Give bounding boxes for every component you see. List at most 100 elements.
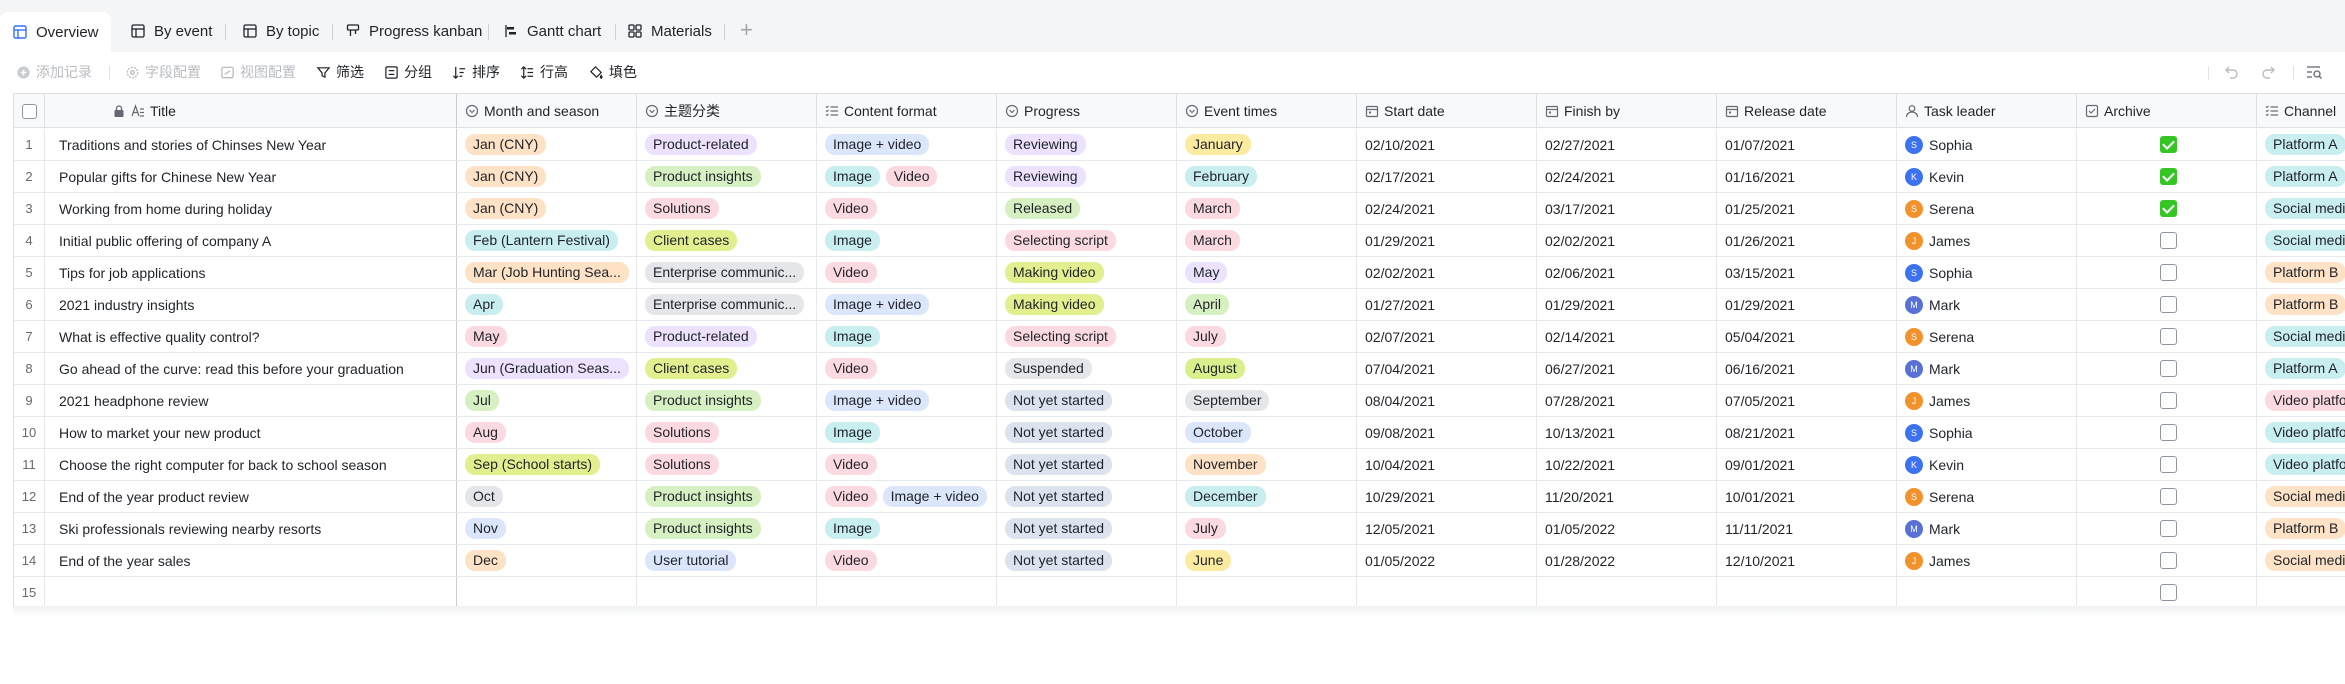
event-cell[interactable]: July	[1177, 513, 1357, 544]
leader-cell[interactable]: K Kevin	[1897, 161, 2077, 192]
select-all-checkbox[interactable]	[21, 103, 37, 119]
tab-by-topic[interactable]: By topic	[230, 14, 331, 48]
title-cell[interactable]: Go ahead of the curve: read this before …	[45, 353, 457, 384]
event-cell[interactable]: April	[1177, 289, 1357, 320]
finish-cell[interactable]: 02/06/2021	[1537, 257, 1717, 288]
progress-cell[interactable]: Not yet started	[997, 449, 1177, 480]
release-cell[interactable]: 03/15/2021	[1717, 257, 1897, 288]
table-row[interactable]: 11 Choose the right computer for back to …	[14, 449, 2345, 481]
start-cell[interactable]: 10/04/2021	[1357, 449, 1537, 480]
archive-checkbox[interactable]	[2160, 168, 2177, 185]
finish-cell[interactable]: 10/22/2021	[1537, 449, 1717, 480]
start-cell[interactable]: 01/05/2022	[1357, 545, 1537, 576]
num-cell[interactable]: 12	[14, 481, 45, 512]
leader-cell[interactable]: M Mark	[1897, 513, 2077, 544]
tab-progress-kanban[interactable]: Progress kanban	[333, 14, 494, 48]
filter-button[interactable]: 筛选	[316, 62, 364, 82]
tab-by-event[interactable]: By event	[118, 14, 224, 48]
archive-checkbox[interactable]	[2160, 424, 2177, 441]
table-row[interactable]: 2 Popular gifts for Chinese New Year Jan (…	[14, 161, 2345, 193]
progress-cell[interactable]: Not yet started	[997, 513, 1177, 544]
finish-cell[interactable]: 11/20/2021	[1537, 481, 1717, 512]
archive-checkbox[interactable]	[2160, 520, 2177, 537]
event-cell[interactable]: May	[1177, 257, 1357, 288]
formats-cell[interactable]: Video	[817, 193, 997, 224]
archive-checkbox[interactable]	[2160, 584, 2177, 601]
title-cell[interactable]: How to market your new product	[45, 417, 457, 448]
leader-cell[interactable]: M Mark	[1897, 353, 2077, 384]
formats-cell[interactable]: Image	[817, 225, 997, 256]
formats-cell[interactable]: Video	[817, 545, 997, 576]
finish-cell[interactable]: 02/27/2021	[1537, 129, 1717, 160]
event-cell[interactable]: August	[1177, 353, 1357, 384]
group-button[interactable]: 分组	[384, 62, 432, 82]
formats-cell[interactable]	[817, 577, 997, 608]
channels-cell[interactable]: Platform B	[2257, 257, 2345, 288]
formats-cell[interactable]: Image Video	[817, 161, 997, 192]
topic-cell[interactable]	[637, 577, 817, 608]
leader-cell[interactable]: J James	[1897, 545, 2077, 576]
channels-cell[interactable]: Social media A	[2257, 193, 2345, 224]
channels-cell[interactable]	[2257, 577, 2345, 608]
archive-cell[interactable]	[2077, 193, 2257, 224]
topic-cell[interactable]: Client cases	[637, 225, 817, 256]
num-cell[interactable]: 8	[14, 353, 45, 384]
num-cell[interactable]: 3	[14, 193, 45, 224]
channels-cell[interactable]: Platform A	[2257, 161, 2345, 192]
archive-cell[interactable]	[2077, 449, 2257, 480]
topic-cell[interactable]: Client cases	[637, 353, 817, 384]
month-cell[interactable]: Nov	[457, 513, 637, 544]
channels-cell[interactable]: Platform A	[2257, 353, 2345, 384]
column-header-event[interactable]: Event times	[1177, 94, 1357, 128]
month-cell[interactable]: Dec	[457, 545, 637, 576]
start-cell[interactable]: 02/17/2021	[1357, 161, 1537, 192]
month-cell[interactable]: Jan (CNY)	[457, 129, 637, 160]
num-cell[interactable]: 6	[14, 289, 45, 320]
column-header-archive[interactable]: Archive	[2077, 94, 2257, 128]
table-row[interactable]: 6 2021 industry insights Apr Enterprise com…	[14, 289, 2345, 321]
archive-cell[interactable]	[2077, 417, 2257, 448]
archive-checkbox[interactable]	[2160, 552, 2177, 569]
archive-checkbox[interactable]	[2160, 360, 2177, 377]
table-row[interactable]: 1 Traditions and stories of Chinses New Y…	[14, 129, 2345, 161]
archive-checkbox[interactable]	[2160, 136, 2177, 153]
start-cell[interactable]: 01/29/2021	[1357, 225, 1537, 256]
topic-cell[interactable]: Solutions	[637, 193, 817, 224]
topic-cell[interactable]: Product-related	[637, 129, 817, 160]
finish-cell[interactable]: 02/24/2021	[1537, 161, 1717, 192]
archive-checkbox[interactable]	[2160, 328, 2177, 345]
num-cell[interactable]: 7	[14, 321, 45, 352]
start-cell[interactable]: 09/08/2021	[1357, 417, 1537, 448]
finish-cell[interactable]	[1537, 577, 1717, 608]
formats-cell[interactable]: Image + video	[817, 129, 997, 160]
release-cell[interactable]: 09/01/2021	[1717, 449, 1897, 480]
leader-cell[interactable]: S Serena	[1897, 481, 2077, 512]
undo-icon[interactable]	[2224, 64, 2240, 80]
event-cell[interactable]: January	[1177, 129, 1357, 160]
tab-overview[interactable]: Overview	[0, 12, 111, 52]
topic-cell[interactable]: Product insights	[637, 161, 817, 192]
title-cell[interactable]: Traditions and stories of Chinses New Ye…	[45, 129, 457, 160]
event-cell[interactable]: June	[1177, 545, 1357, 576]
channels-cell[interactable]: Video platform	[2257, 385, 2345, 416]
progress-cell[interactable]: Not yet started	[997, 385, 1177, 416]
channels-cell[interactable]: Social media B	[2257, 545, 2345, 576]
leader-cell[interactable]: S Sophia	[1897, 129, 2077, 160]
month-cell[interactable]: Jan (CNY)	[457, 161, 637, 192]
topic-cell[interactable]: User tutorial	[637, 545, 817, 576]
leader-cell[interactable]: K Kevin	[1897, 449, 2077, 480]
num-cell[interactable]: 4	[14, 225, 45, 256]
num-cell[interactable]: 14	[14, 545, 45, 576]
finish-cell[interactable]: 01/05/2022	[1537, 513, 1717, 544]
leader-cell[interactable]: J James	[1897, 225, 2077, 256]
release-cell[interactable]: 05/04/2021	[1717, 321, 1897, 352]
leader-cell[interactable]: M Mark	[1897, 289, 2077, 320]
num-cell[interactable]: 5	[14, 257, 45, 288]
column-header-progress[interactable]: Progress	[997, 94, 1177, 128]
num-cell[interactable]: 15	[14, 577, 45, 608]
channels-cell[interactable]: Social media A	[2257, 321, 2345, 352]
table-row[interactable]: 4 Initial public offering of company A Feb…	[14, 225, 2345, 257]
progress-cell[interactable]	[997, 577, 1177, 608]
event-cell[interactable]: February	[1177, 161, 1357, 192]
archive-checkbox[interactable]	[2160, 232, 2177, 249]
